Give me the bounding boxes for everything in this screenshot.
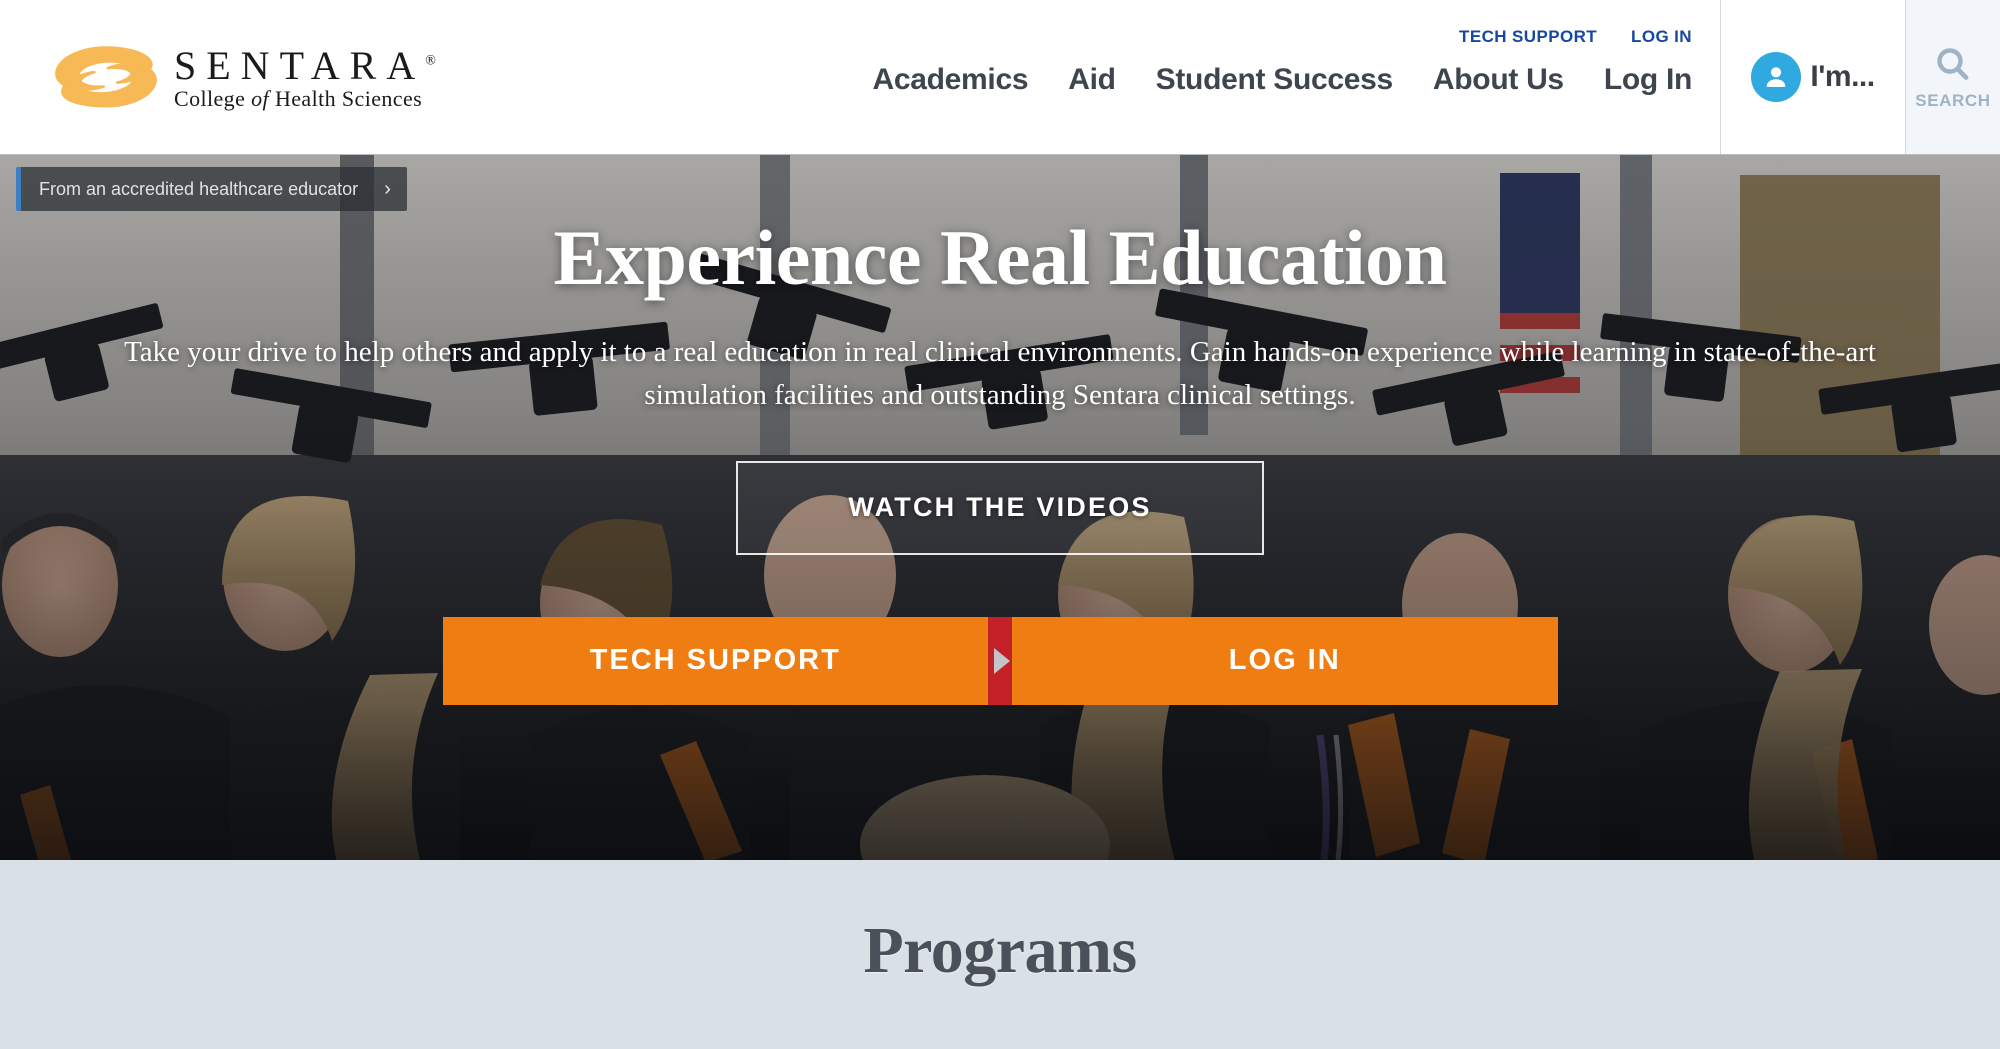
site-header: SENTARA® College of Health Sciences TECH… xyxy=(0,0,2000,155)
logo-tagline-italic: of xyxy=(251,86,270,111)
play-arrow-icon xyxy=(993,647,1010,674)
logo-zone: SENTARA® College of Health Sciences xyxy=(0,0,480,154)
hero-badge-label: From an accredited healthcare educator xyxy=(39,178,359,199)
cta-divider xyxy=(988,616,1012,705)
cta-tech-support-label: TECH SUPPORT xyxy=(589,644,841,677)
hero-subtitle: Take your drive to help others and apply… xyxy=(124,335,1876,411)
site-logo[interactable]: SENTARA® College of Health Sciences xyxy=(52,42,480,112)
nav-item-student-success[interactable]: Student Success xyxy=(1156,63,1394,97)
programs-section: Programs xyxy=(0,860,2000,1049)
user-avatar-icon xyxy=(1751,52,1802,102)
hero-accreditation-badge[interactable]: From an accredited healthcare educator › xyxy=(16,167,407,211)
chevron-right-icon: › xyxy=(384,178,391,200)
utility-link-log-in[interactable]: LOG IN xyxy=(1631,27,1692,47)
programs-title: Programs xyxy=(863,913,1137,987)
logo-registered-mark: ® xyxy=(425,53,436,69)
search-button[interactable]: SEARCH xyxy=(1905,0,2000,154)
im-menu-button[interactable]: I'm... xyxy=(1720,0,1905,154)
hero-cta-row: TECH SUPPORT LOG IN xyxy=(442,616,1558,705)
cta-log-in-button[interactable]: LOG IN xyxy=(1012,616,1558,705)
primary-navigation: Academics Aid Student Success About Us L… xyxy=(872,63,1692,97)
watch-the-videos-button[interactable]: WATCH THE VIDEOS xyxy=(736,460,1264,555)
hero-title: Experience Real Education xyxy=(553,214,1447,301)
hero-section: From an accredited healthcare educator ›… xyxy=(0,155,2000,860)
nav-item-log-in[interactable]: Log In xyxy=(1604,63,1692,97)
search-label: SEARCH xyxy=(1915,91,1991,110)
im-menu-label: I'm... xyxy=(1810,60,1875,93)
sentara-swoosh-logo-icon xyxy=(55,46,157,108)
logo-wordmark: SENTARA® College of Health Sciences xyxy=(174,42,480,112)
navigation-zone: TECH SUPPORT LOG IN Academics Aid Studen… xyxy=(480,0,1720,154)
logo-tagline-post: Health Sciences xyxy=(269,86,423,111)
search-icon xyxy=(1937,48,1969,80)
nav-item-aid[interactable]: Aid xyxy=(1068,63,1116,97)
logo-tagline-pre: College xyxy=(174,86,252,111)
hero-content: Experience Real Education Take your driv… xyxy=(0,155,2000,860)
utility-links: TECH SUPPORT LOG IN xyxy=(1459,27,1692,47)
utility-link-tech-support[interactable]: TECH SUPPORT xyxy=(1459,27,1597,47)
cta-log-in-label: LOG IN xyxy=(1228,644,1341,677)
watch-the-videos-label: WATCH THE VIDEOS xyxy=(848,492,1152,523)
cta-tech-support-button[interactable]: TECH SUPPORT xyxy=(442,616,988,705)
nav-item-about-us[interactable]: About Us xyxy=(1433,63,1564,97)
nav-item-academics[interactable]: Academics xyxy=(872,63,1028,97)
logo-tagline: College of Health Sciences xyxy=(174,86,422,111)
logo-brand-name: SENTARA xyxy=(174,43,426,88)
